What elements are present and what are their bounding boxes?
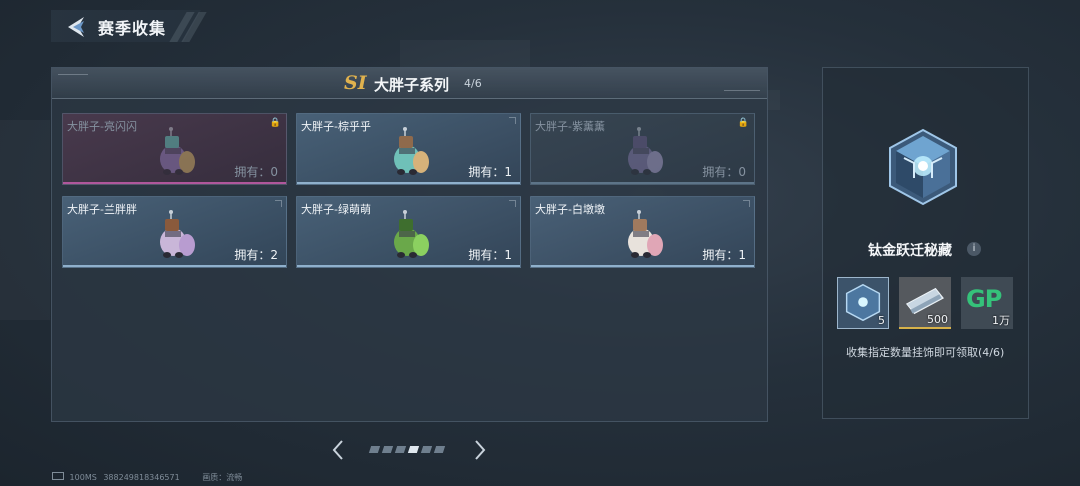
card-status-bar <box>297 265 520 267</box>
reward-quantity: 500 <box>927 313 948 326</box>
reward-name: 钛金跃迁秘藏 <box>868 243 952 259</box>
reward-item-gp[interactable]: GP 1万 <box>961 277 1013 329</box>
card-status-bar <box>531 182 754 184</box>
card-corner-decoration <box>275 200 282 207</box>
character-figure-icon <box>394 210 429 258</box>
page-dot[interactable] <box>407 446 420 453</box>
card-name: 大胖子-亮闪闪 <box>67 120 137 133</box>
series-count: 4/6 <box>464 77 482 90</box>
reward-quantity: 5 <box>878 314 885 327</box>
info-icon[interactable]: i <box>967 242 981 256</box>
back-arrow-icon[interactable] <box>64 15 88 39</box>
collection-card[interactable]: 大胖子-绿萌萌拥有：1 <box>296 196 521 268</box>
page-dot[interactable] <box>433 446 446 453</box>
card-corner-decoration <box>743 200 750 207</box>
series-title: 大胖子系列 <box>374 76 450 94</box>
card-corner-decoration <box>509 117 516 124</box>
owned-count: 拥有：0 <box>234 165 278 179</box>
lock-icon: 🔒 <box>737 118 749 128</box>
quality-text: 画质：流畅 <box>202 473 243 482</box>
character-figure-icon <box>160 127 195 175</box>
owned-count: 拥有：1 <box>468 248 512 262</box>
owned-count: 拥有：2 <box>234 248 278 262</box>
card-status-bar <box>63 265 286 267</box>
collection-card[interactable]: 大胖子-紫薰薰 🔒 拥有：0 <box>530 113 755 185</box>
collection-card[interactable]: 大胖子-亮闪闪 🔒 拥有：0 <box>62 113 287 185</box>
background-stripe <box>400 40 530 70</box>
prev-page-arrow-icon[interactable] <box>330 438 346 462</box>
owned-count: 拥有：1 <box>468 165 512 179</box>
character-figure-icon <box>394 127 429 175</box>
signal-icon <box>52 472 64 480</box>
page-dot[interactable] <box>394 446 407 453</box>
character-figure-icon <box>160 210 195 258</box>
collection-card[interactable]: 大胖子-白墩墩拥有：1 <box>530 196 755 268</box>
season-badge: SI <box>344 72 367 94</box>
uid-text: 388249818346571 <box>103 473 180 482</box>
collection-card[interactable]: 大胖子-兰胖胖拥有：2 <box>62 196 287 268</box>
owned-count: 拥有：1 <box>702 248 746 262</box>
panel-header: SI 大胖子系列 4/6 <box>52 68 767 99</box>
card-status-bar <box>531 265 754 267</box>
reward-caption: 收集指定数量挂饰即可领取(4/6) <box>846 346 1005 359</box>
card-status-bar <box>297 182 520 184</box>
card-name: 大胖子-棕乎乎 <box>301 120 371 133</box>
next-page-arrow-icon[interactable] <box>472 438 488 462</box>
page-dot[interactable] <box>420 446 433 453</box>
character-figure-icon <box>628 127 663 175</box>
card-name: 大胖子-兰胖胖 <box>67 203 137 216</box>
card-status-bar <box>63 182 286 184</box>
status-footer: 100MS 388249818346571 画质：流畅 <box>52 472 242 483</box>
card-name: 大胖子-白墩墩 <box>535 203 605 216</box>
header-decoration <box>724 90 760 91</box>
page-title: 赛季收集 <box>98 19 167 38</box>
gp-currency-icon: GP <box>966 285 1002 313</box>
card-name: 大胖子-绿萌萌 <box>301 203 371 216</box>
header-decoration <box>58 74 88 75</box>
reward-item-crate[interactable]: 5 <box>837 277 889 329</box>
owned-count: 拥有：0 <box>702 165 746 179</box>
reward-item-ticket[interactable]: 500 <box>899 277 951 329</box>
titanium-crate-icon[interactable] <box>884 128 962 206</box>
page-dot[interactable] <box>368 446 381 453</box>
ping-text: 100MS <box>69 473 97 482</box>
page-dot[interactable] <box>381 446 394 453</box>
collection-card[interactable]: 大胖子-棕乎乎拥有：1 <box>296 113 521 185</box>
background-stripe <box>0 120 50 320</box>
card-corner-decoration <box>509 200 516 207</box>
reward-quantity: 1万 <box>992 314 1010 327</box>
card-name: 大胖子-紫薰薰 <box>535 120 605 133</box>
lock-icon: 🔒 <box>269 118 281 128</box>
character-figure-icon <box>628 210 663 258</box>
